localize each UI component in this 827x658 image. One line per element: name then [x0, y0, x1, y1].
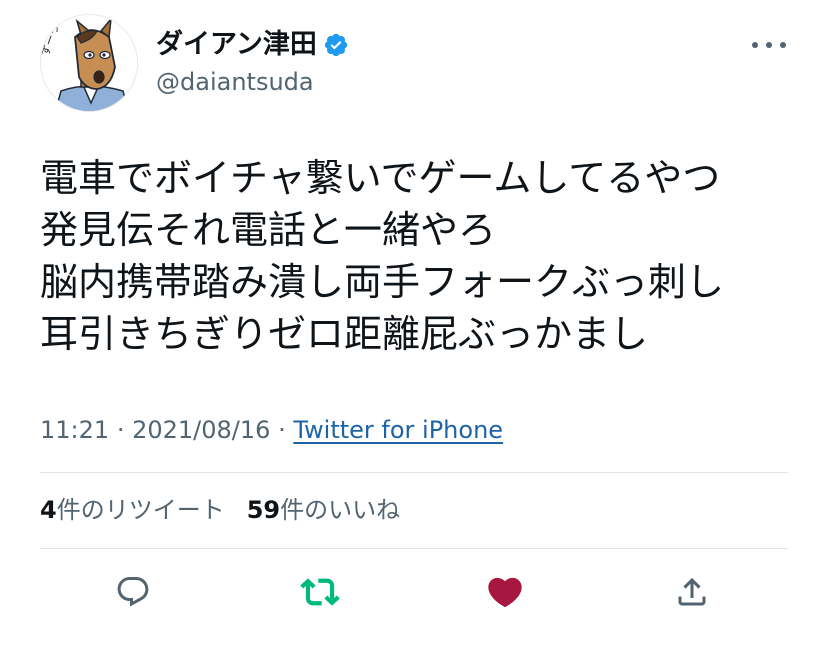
likes-stat[interactable]: 59件のいいね — [247, 494, 400, 526]
like-button[interactable] — [485, 572, 525, 612]
share-icon — [678, 577, 706, 606]
tweet-meta: 11:21 · 2021/08/16 · Twitter for iPhone — [40, 414, 503, 446]
likes-count: 59 — [246, 496, 281, 524]
meta-separator: · — [278, 416, 286, 444]
reply-button[interactable] — [113, 572, 153, 612]
verified-badge-icon — [324, 33, 348, 57]
divider — [40, 548, 788, 549]
engagement-stats: 4件のリツイート 59件のいいね — [40, 494, 400, 526]
tweet-date[interactable]: 2021/08/16 — [132, 416, 270, 444]
retweet-button[interactable] — [300, 572, 340, 612]
more-dot — [766, 42, 772, 48]
tweet-source-link[interactable]: Twitter for iPhone — [293, 416, 503, 444]
avatar[interactable]: すーっ ごいす — [40, 14, 138, 112]
divider — [40, 472, 788, 473]
display-name[interactable]: ダイアン津田 — [156, 28, 317, 62]
tweet-line: 耳引きちぎりゼロ距離屁ぶっかまし — [40, 312, 649, 356]
avatar-illustration: すーっ ごいす — [41, 15, 137, 111]
tweet-line: 電車でボイチャ繋いでゲームしてるやつ — [40, 156, 721, 200]
retweets-stat[interactable]: 4件のリツイート — [40, 494, 225, 526]
tweet-time[interactable]: 11:21 — [40, 416, 109, 444]
tweet-line: 脳内携帯踏み潰し両手フォークぶっ刺し — [40, 260, 725, 304]
meta-separator: · — [116, 416, 125, 444]
retweets-label: 件のリツイート — [56, 496, 225, 524]
tweet-line: 発見伝それ電話と一緒やろ — [40, 208, 497, 252]
heart-icon — [488, 577, 522, 608]
display-name-row[interactable]: ダイアン津田 — [156, 28, 349, 62]
likes-label: 件のいいね — [280, 496, 401, 524]
user-handle[interactable]: @daiantsuda — [156, 66, 314, 98]
more-dot — [780, 42, 786, 48]
more-dot — [752, 42, 758, 48]
retweet-icon — [300, 578, 340, 606]
retweets-count: 4 — [40, 496, 57, 524]
reply-icon — [117, 577, 149, 607]
more-options-icon[interactable] — [752, 38, 786, 52]
tweet-text: 電車でボイチャ繋いでゲームしてるやつ 発見伝それ電話と一緒やろ 脳内携帯踏み潰し… — [40, 152, 800, 360]
share-button[interactable] — [672, 572, 712, 612]
